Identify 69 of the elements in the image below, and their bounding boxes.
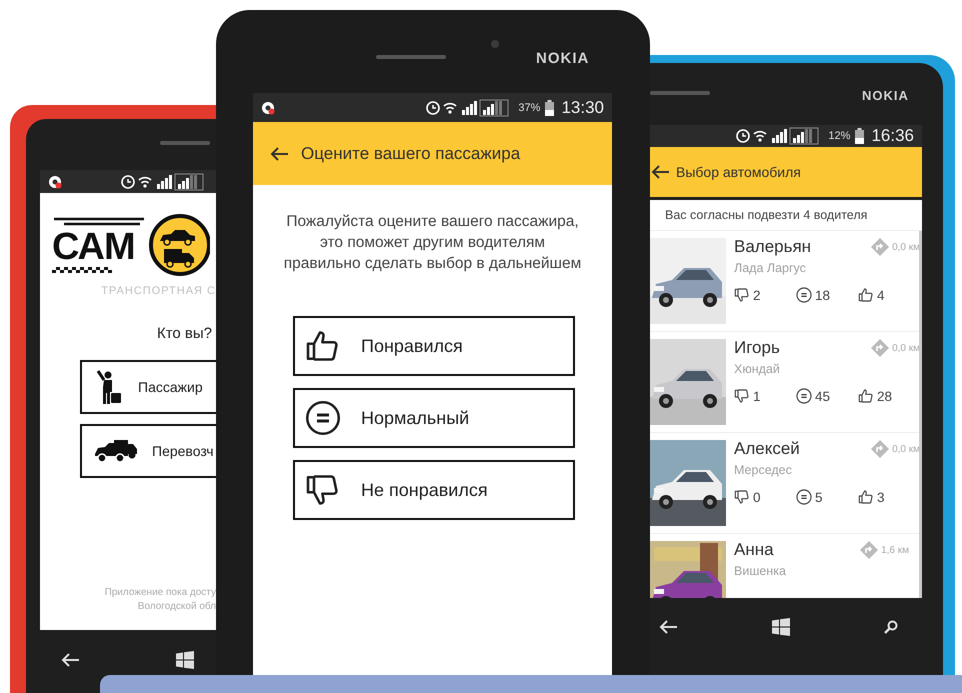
status-time: 16:36 — [871, 126, 914, 146]
like-count: 4 — [877, 288, 885, 302]
thumbs-up-icon — [858, 388, 874, 404]
brand-label: NOKIA — [862, 88, 909, 103]
brand-label: NOKIA — [536, 50, 590, 67]
thumbs-up-icon — [858, 287, 874, 303]
driver-name: Валерьян — [734, 237, 812, 257]
neutral-icon — [796, 388, 812, 404]
like-count: 28 — [877, 388, 892, 404]
route-icon — [871, 339, 890, 357]
battery-percent: 37% — [518, 102, 540, 114]
dislike-count: 0 — [753, 490, 761, 504]
driver-row[interactable]: Валерьян 0,0 км Лада Ларгус 2 18 4 — [650, 231, 919, 332]
passenger-icon — [94, 369, 124, 405]
checker-drawing — [52, 267, 112, 273]
distance-text: 0,0 км — [892, 342, 919, 354]
neutral-count: 18 — [815, 288, 830, 302]
windows-icon[interactable] — [176, 651, 194, 669]
dislike-count: 2 — [753, 288, 761, 302]
back-arrow-icon[interactable] — [650, 164, 670, 180]
driver-row[interactable]: Анна 1,6 км Вишенка — [650, 534, 919, 598]
battery-icon — [545, 100, 554, 116]
role-question: Кто вы? — [156, 325, 212, 342]
neutral-icon — [305, 400, 341, 436]
route-icon — [871, 440, 890, 458]
vehicles-icon — [94, 438, 138, 464]
availability-note: Вологодской обл — [138, 600, 216, 614]
role-option[interactable]: Пассажир — [80, 360, 216, 414]
driver-name: Игорь — [734, 338, 780, 358]
thumbs-down-icon — [734, 287, 750, 303]
driver-name: Анна — [734, 540, 774, 560]
neutral-count: 45 — [815, 388, 830, 404]
neutral-count: 5 — [815, 490, 823, 504]
back-arrow-icon[interactable] — [269, 146, 289, 162]
car-model: Хюндай — [734, 362, 781, 376]
car-model: Вишенка — [734, 564, 787, 578]
battery-icon — [855, 128, 864, 144]
logo-subtitle: ТРАНСПОРТНАЯ С — [101, 285, 216, 297]
thumbs-down-icon — [734, 489, 750, 505]
rating-option[interactable]: Нормальный — [293, 388, 575, 448]
header-title: Оцените вашего пассажира — [301, 144, 520, 164]
header-title: Выбор автомобиля — [676, 164, 801, 180]
car-model: Мерседес — [734, 463, 793, 477]
status-time: 13:30 — [561, 98, 604, 118]
distance-text: 0,0 км — [892, 444, 919, 454]
rating-option[interactable]: Понравился — [293, 316, 575, 376]
like-count: 3 — [877, 490, 885, 504]
windows-icon[interactable] — [772, 618, 790, 636]
driver-row[interactable]: Игорь 0,0 км Хюндай 1 45 28 — [650, 332, 919, 433]
driver-name: Алексей — [734, 439, 800, 459]
availability-note: Приложение пока досту — [104, 586, 216, 600]
car-model: Лада Ларгус — [734, 261, 807, 275]
search-icon[interactable] — [884, 620, 898, 634]
route-icon — [860, 541, 878, 559]
rating-prompt: Пожалуйста оцените вашего пассажира, это поможет другим водителям правильно сделать выбор в дальнейшем — [282, 212, 582, 274]
dislike-count: 1 — [753, 388, 761, 404]
route-icon — [871, 238, 890, 256]
role-option[interactable]: Перевозч — [80, 424, 216, 478]
thumbs-up-icon — [858, 489, 874, 505]
distance-text: 1,6 км — [881, 544, 909, 556]
battery-percent: 12% — [828, 130, 850, 142]
thumbs-down-icon — [734, 388, 750, 404]
rating-option[interactable]: Не понравился — [293, 460, 575, 520]
neutral-icon — [796, 489, 812, 505]
camera-lens — [491, 40, 499, 48]
driver-row[interactable]: Алексей 0,0 км Мерседес 0 5 3 — [650, 433, 919, 534]
logo-text: САМ — [52, 227, 135, 267]
neutral-icon — [796, 287, 812, 303]
distance-text: 0,0 км — [892, 242, 919, 252]
